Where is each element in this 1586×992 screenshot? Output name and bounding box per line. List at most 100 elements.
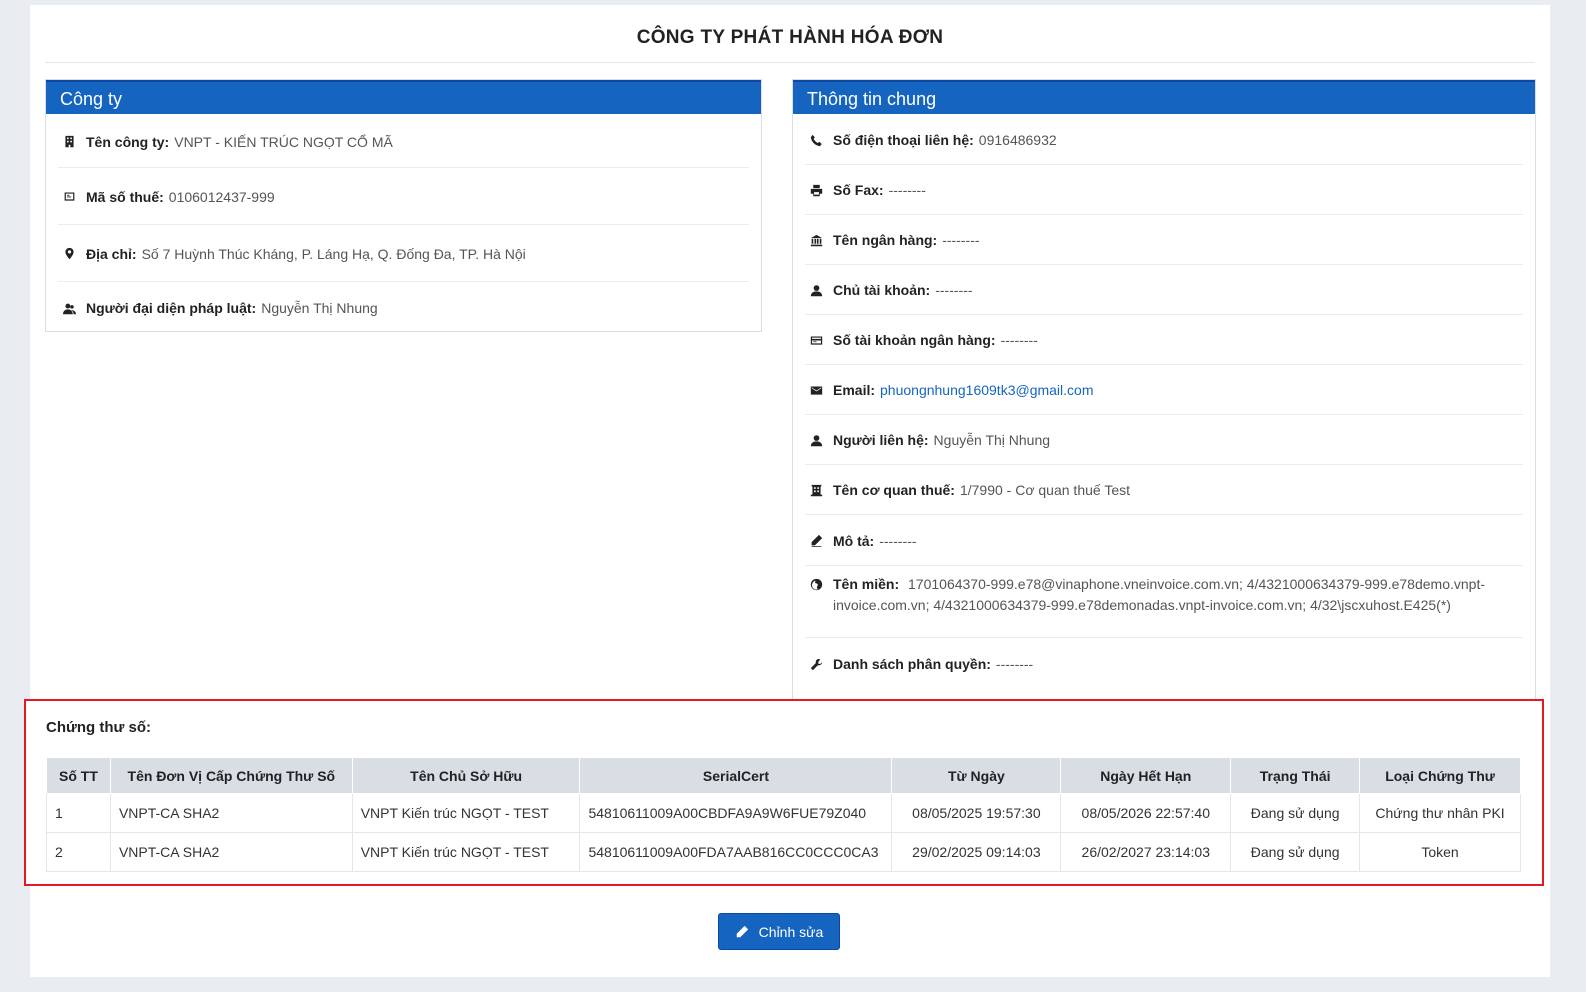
certificates-section: Chứng thư số: Số TT Tên Đơn Vị Cấp Chứng… [24,699,1544,886]
cell-cert-type: Chứng thư nhân PKI [1359,793,1521,833]
column-header: Tên Đơn Vị Cấp Chứng Thư Số [109,757,353,794]
contact-person-row: Người liên hệ: Nguyễn Thị Nhung [805,416,1523,465]
bank-account-value: -------- [1000,332,1038,348]
title-divider [45,62,1535,63]
globe-icon [805,578,827,591]
general-info-panel: Thông tin chung Số điện thoại liên hệ: 0… [792,79,1536,699]
address-label: Địa chỉ: [86,245,137,262]
building-icon [58,135,80,148]
account-owner-row: Chủ tài khoản: -------- [805,266,1523,315]
column-header: Trạng Thái [1230,757,1361,794]
cell-status: Đang sử dụng [1230,832,1361,872]
contact-person-label: Người liên hệ: [833,432,929,448]
company-panel: Công ty Tên công ty: VNPT - KIẾN TRÚC NG… [45,79,762,332]
phone-label: Số điện thoại liên hệ: [833,132,974,148]
cell-issuer: VNPT-CA SHA2 [109,793,353,833]
company-name-label: Tên công ty: [86,133,170,150]
fax-icon [805,184,827,197]
table-row: 2 VNPT-CA SHA2 VNPT Kiến trúc NGỌT - TES… [46,832,1521,872]
legal-rep-row: Người đại diện pháp luật: Nguyễn Thị Nhu… [58,283,749,333]
permissions-row: Danh sách phân quyền: -------- [805,640,1523,688]
cell-owner: VNPT Kiến trúc NGỌT - TEST [351,793,581,833]
users-icon [58,302,80,315]
tax-office-value: 1/7990 - Cơ quan thuế Test [959,482,1130,498]
pencil-icon [805,534,827,547]
cell-owner: VNPT Kiến trúc NGỌT - TEST [351,832,581,872]
map-marker-icon [58,247,80,260]
phone-icon [805,134,827,147]
bank-account-row: Số tài khoản ngân hàng: -------- [805,316,1523,365]
permissions-value: -------- [995,656,1034,672]
phone-row: Số điện thoại liên hệ: 0916486932 [805,116,1523,165]
legal-rep-value: Nguyễn Thị Nhung [261,300,378,316]
cell-cert-type: Token [1359,832,1521,872]
column-header: Loại Chứng Thư [1359,757,1521,794]
domain-text: Tên miền: 1701064370-999.e78@vinaphone.v… [833,574,1523,616]
id-card-icon [58,190,80,203]
cell-from-date: 08/05/2025 19:57:30 [891,793,1062,833]
tax-office-label: Tên cơ quan thuế: [833,482,955,498]
page-title: CÔNG TY PHÁT HÀNH HÓA ĐƠN [636,27,944,48]
column-header: SerialCert [579,757,893,794]
fax-value: -------- [888,182,926,198]
phone-value: 0916486932 [978,132,1057,148]
cell-expiry-date: 08/05/2026 22:57:40 [1060,793,1232,833]
table-header-row: Số TT Tên Đơn Vị Cấp Chứng Thư Số Tên Ch… [46,757,1521,794]
company-panel-header: Công ty [46,80,761,114]
description-row: Mô tả: -------- [805,516,1523,566]
fax-row: Số Fax: -------- [805,166,1523,215]
cell-index: 2 [46,832,111,872]
edit-button[interactable]: Chỉnh sửa [718,913,840,950]
user-icon [805,284,827,297]
certificates-title: Chứng thư số: [46,719,152,736]
cell-expiry-date: 26/02/2027 23:14:03 [1060,832,1232,872]
wrench-icon [805,658,827,671]
domain-label: Tên miền: [833,576,900,592]
account-owner-label: Chủ tài khoản: [833,282,931,298]
cell-index: 1 [46,793,111,833]
cell-status: Đang sử dụng [1230,793,1361,833]
cell-serial: 54810611009A00CBDFA9A9W6FUE79Z040 [579,793,893,833]
domain-row: Tên miền: 1701064370-999.e78@vinaphone.v… [805,574,1523,638]
user-icon [805,434,827,447]
permissions-label: Danh sách phân quyền: [833,656,991,672]
bank-name-label: Tên ngân hàng: [833,232,938,248]
legal-rep-label: Người đại diện pháp luật: [86,300,257,316]
tax-code-value: 0106012437-999 [168,188,275,205]
cell-issuer: VNPT-CA SHA2 [109,832,353,872]
address-value: Số 7 Huỳnh Thúc Kháng, P. Láng Hạ, Q. Đố… [141,245,526,262]
table-row: 1 VNPT-CA SHA2 VNPT Kiến trúc NGỌT - TES… [46,793,1521,833]
tax-code-label: Mã số thuế: [86,188,164,205]
email-row: Email: phuongnhung1609tk3@gmail.com [805,366,1523,415]
general-info-panel-header: Thông tin chung [793,80,1535,114]
account-owner-value: -------- [935,282,973,298]
company-name-value: VNPT - KIẾN TRÚC NGỌT CỔ MÃ [174,133,393,150]
email-link[interactable]: phuongnhung1609tk3@gmail.com [880,382,1093,398]
certificates-table: Số TT Tên Đơn Vị Cấp Chứng Thư Số Tên Ch… [46,757,1521,872]
fax-label: Số Fax: [833,182,884,198]
cell-serial: 54810611009A00FDA7AAB816CC0CCC0CA3 [579,832,893,872]
column-header: Số TT [46,757,111,794]
credit-card-icon [805,334,827,347]
column-header: Tên Chủ Sở Hữu [351,757,581,794]
edit-button-label: Chỉnh sửa [758,923,824,940]
tax-office-row: Tên cơ quan thuế: 1/7990 - Cơ quan thuế … [805,466,1523,515]
bank-name-value: -------- [942,232,980,248]
description-label: Mô tả: [833,532,875,549]
contact-person-value: Nguyễn Thị Nhung [933,432,1051,448]
email-label: Email: [833,382,876,398]
domain-value: 1701064370-999.e78@vinaphone.vneinvoice.… [833,576,1486,613]
address-row: Địa chỉ: Số 7 Huỳnh Thúc Kháng, P. Láng … [58,226,749,282]
bank-name-row: Tên ngân hàng: -------- [805,216,1523,265]
company-name-row: Tên công ty: VNPT - KIẾN TRÚC NGỌT CỔ MÃ [58,116,749,168]
envelope-icon [805,384,827,397]
pencil-icon [736,925,748,937]
column-header: Từ Ngày [891,757,1062,794]
cell-from-date: 29/02/2025 09:14:03 [891,832,1062,872]
bank-icon [805,234,827,247]
bank-account-label: Số tài khoản ngân hàng: [833,332,996,348]
column-header: Ngày Hết Hạn [1060,757,1232,794]
building-icon [805,484,827,497]
description-value: -------- [879,532,917,549]
tax-code-row: Mã số thuế: 0106012437-999 [58,169,749,225]
